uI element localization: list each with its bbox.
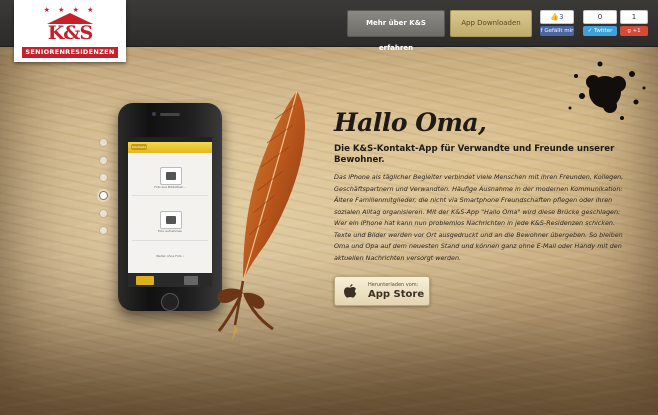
- info-tab-icon: [184, 276, 198, 285]
- more-about-button[interactable]: Mehr über K&S erfahren: [347, 10, 445, 52]
- divider: [132, 240, 208, 241]
- camera-icon: [152, 112, 156, 116]
- photo-icon: [166, 172, 176, 180]
- skip-photo-caption: Weiter ohne Foto ›: [156, 254, 184, 258]
- apple-icon: [344, 284, 357, 298]
- app-store-small-label: Herunterladen vom:: [368, 282, 419, 288]
- hero-body-text: Das iPhone als täglicher Begleiter verbi…: [334, 173, 624, 262]
- twitter-widget[interactable]: 0 ✓ Twitter: [583, 10, 617, 36]
- slider-dot[interactable]: [99, 173, 108, 183]
- phone-tab-bar: [128, 273, 212, 287]
- quill-pen-illustration: [217, 90, 306, 341]
- app-store-button[interactable]: Herunterladen vom: App Store: [334, 276, 430, 306]
- speaker-grille: [160, 113, 180, 116]
- facebook-like-widget[interactable]: 👍3 f Gefällt mir: [540, 10, 574, 36]
- message-tab-icon: [136, 276, 154, 285]
- ink-splatter-decoration: [568, 61, 646, 120]
- slider-pagination: [99, 138, 108, 244]
- phone-back-button: Startseite: [131, 144, 147, 150]
- divider: [132, 195, 208, 196]
- app-store-label: App Store: [368, 289, 425, 300]
- camera-icon: [166, 216, 176, 224]
- photo-library-tile: [160, 167, 182, 185]
- slider-dot[interactable]: [99, 226, 108, 236]
- app-download-button[interactable]: App Downloaden: [450, 10, 532, 37]
- google-plus-count: 1: [620, 10, 648, 24]
- phone-screen: Startseite Foto aus Bibliothek... Foto a…: [128, 137, 212, 287]
- photo-library-caption: Foto aus Bibliothek...: [154, 185, 186, 189]
- google-plus-widget[interactable]: 1 g +1: [620, 10, 648, 36]
- logo-subtitle: SENIORENRESIDENZEN: [22, 47, 118, 58]
- home-button: [161, 293, 179, 311]
- slider-dot[interactable]: [99, 138, 108, 147]
- logo-mark: K&S: [47, 22, 93, 44]
- google-plus-button[interactable]: g +1: [620, 26, 648, 36]
- thumbs-up-icon: 👍: [550, 13, 560, 21]
- twitter-button[interactable]: ✓ Twitter: [583, 26, 617, 36]
- twitter-count: 0: [583, 10, 617, 24]
- take-photo-caption: Foto aufnehmen: [157, 229, 183, 233]
- take-photo-tile: [160, 211, 182, 229]
- slider-dot[interactable]: [99, 155, 108, 165]
- facebook-like-button[interactable]: f Gefällt mir: [540, 26, 574, 36]
- slider-dot[interactable]: [99, 208, 108, 218]
- facebook-like-count: 👍3: [540, 10, 574, 24]
- phone-nav-bar: Startseite: [128, 142, 212, 153]
- logo[interactable]: ★ ★ ★ ★ K&S SENIORENRESIDENZEN: [14, 0, 126, 62]
- slider-dot-active[interactable]: [99, 191, 108, 201]
- hero-title: Hallo Oma,: [334, 108, 487, 137]
- hero-lead: Die K&S-Kontakt-App für Verwandte und Fr…: [334, 144, 615, 165]
